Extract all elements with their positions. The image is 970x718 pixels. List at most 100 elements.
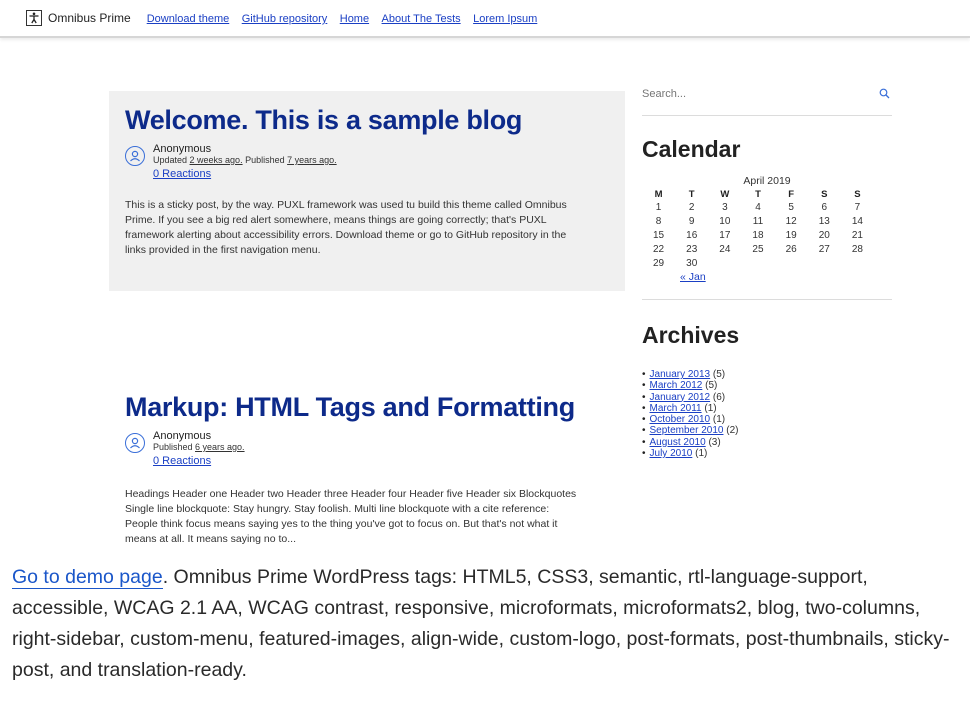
calendar-day: 23 [686,243,698,255]
archive-count: (1) [704,402,717,414]
weekday-header: M [654,188,663,200]
calendar-day: 26 [785,243,797,255]
calendar-day: 17 [719,229,731,241]
site-title[interactable]: Omnibus Prime [48,11,131,25]
weekday-header: F [788,188,795,200]
divider [642,299,892,300]
calendar-day: 6 [821,201,828,213]
published-date: 7 years ago. [287,155,337,165]
nav-github-repository[interactable]: GitHub repository [242,13,328,25]
archive-link[interactable]: August 2010 [650,437,706,448]
archive-item: March 2011 (1) [642,403,892,414]
archive-count: (1) [712,414,726,426]
calendar: April 2019 MTWTFSS 1 2 3 4 5 6 7 8 9 10 11 12 13 14 15… [642,175,882,283]
nav-lorem-ipsum[interactable]: Lorem Ipsum [473,13,537,25]
calendar-day: 11 [752,215,764,227]
sidebar: Calendar April 2019 MTWTFSS 123456789101… [642,86,892,459]
avatar-icon [125,433,145,453]
calendar-day: 7 [854,201,861,213]
weekday-header: T [688,188,695,200]
archive-link[interactable]: March 2011 [650,403,702,414]
calendar-day: 16 [686,229,698,241]
calendar-day: 15 [653,229,665,241]
weekday-header: T [755,188,761,200]
blog-post: Markup: HTML Tags and Formatting Anonymo… [109,392,625,547]
calendar-day: 30 [686,257,698,269]
weekday-header: S [821,188,828,200]
calendar-day: 8 [655,215,662,227]
calendar-day: 4 [755,201,761,213]
reactions-link[interactable]: 0 Reactions [153,456,211,467]
calendar-day: 1 [655,201,662,213]
post-meta: Anonymous Updated 2 weeks ago. Published… [125,144,609,180]
archive-count: (5) [712,369,726,380]
archive-item: July 2010 (1) [642,448,892,459]
post-excerpt: Headings Header one Header two Header th… [125,488,577,545]
calendar-day: 5 [788,201,794,213]
post-title[interactable]: Welcome. This is a sample blog [125,105,609,136]
post-title[interactable]: Markup: HTML Tags and Formatting [125,392,609,423]
site-header: Omnibus Prime Download theme GitHub repo… [0,0,970,38]
weekday-header: S [854,188,861,200]
calendar-day: 25 [752,243,764,255]
weekday-header: W [720,188,730,200]
nav-home[interactable]: Home [340,13,369,25]
calendar-day: 28 [851,243,863,255]
calendar-day: 24 [719,243,731,255]
archive-link[interactable]: October 2010 [650,414,711,425]
archive-link[interactable]: September 2010 [650,425,724,436]
archive-count: (5) [705,380,718,392]
archives-list: January 2013 (5)March 2012 (5)January 20… [642,369,892,459]
search-input[interactable] [642,87,842,100]
calendar-day: 21 [851,229,863,241]
calendar-day: 19 [785,229,797,241]
calendar-day [841,256,874,270]
calendar-day: 22 [653,243,665,255]
calendar-day: 13 [818,215,830,227]
calendar-day: 2 [688,201,695,213]
archives-title: Archives [642,322,740,348]
demo-page-link[interactable]: Go to demo page [12,566,163,589]
reactions-link[interactable]: 0 Reactions [153,169,211,180]
calendar-day: 27 [818,243,830,255]
search-icon[interactable] [876,86,892,102]
calendar-day [741,256,774,270]
nav-about-the-tests[interactable]: About The Tests [382,13,461,25]
calendar-table: MTWTFSS 1 2 3 4 5 6 7 8 9 10 11 12 13 14 15 16 17 18 19 20 2… [642,188,874,270]
archive-count: (1) [695,448,708,460]
archive-count: (6) [712,391,726,403]
calendar-month: April 2019 [743,175,791,187]
calendar-day: 29 [653,257,665,269]
accessibility-logo-icon[interactable] [26,10,42,26]
archive-link[interactable]: July 2010 [650,448,693,459]
archive-item: January 2013 (5) [642,369,892,380]
avatar-icon [125,146,145,166]
calendar-day: 12 [785,215,797,227]
archive-item: September 2010 (2) [642,425,892,436]
primary-nav: Download theme GitHub repository Home Ab… [147,9,546,27]
archive-item: August 2010 (3) [642,437,892,448]
sticky-post: Welcome. This is a sample blog Anonymous… [109,91,625,291]
nav-download-theme[interactable]: Download theme [147,13,230,25]
archive-item: January 2012 (6) [642,392,892,403]
archive-count: (3) [708,436,721,448]
published-date: 6 years ago. [195,442,245,452]
search-form [642,86,892,116]
post-dates: Updated 2 weeks ago. Published 7 years a… [153,155,337,165]
theme-description: Go to demo page. Omnibus Prime WordPress… [0,562,970,718]
post-meta: Anonymous Published 6 years ago. 0 React… [125,431,609,467]
archive-link[interactable]: March 2012 [650,380,703,391]
calendar-prev-link[interactable]: « Jan [680,271,706,283]
calendar-day: 14 [851,215,863,227]
calendar-day [775,256,808,270]
calendar-day [808,256,841,270]
archive-link[interactable]: January 2013 [650,369,711,380]
calendar-day: 18 [752,229,764,241]
calendar-title: Calendar [642,136,741,162]
calendar-day: 3 [722,201,728,213]
calendar-day: 20 [818,229,830,241]
archive-link[interactable]: January 2012 [650,392,711,403]
post-excerpt: This is a sticky post, by the way. PUXL … [125,199,567,256]
archive-item: March 2012 (5) [642,380,892,391]
calendar-day: 9 [688,215,695,227]
